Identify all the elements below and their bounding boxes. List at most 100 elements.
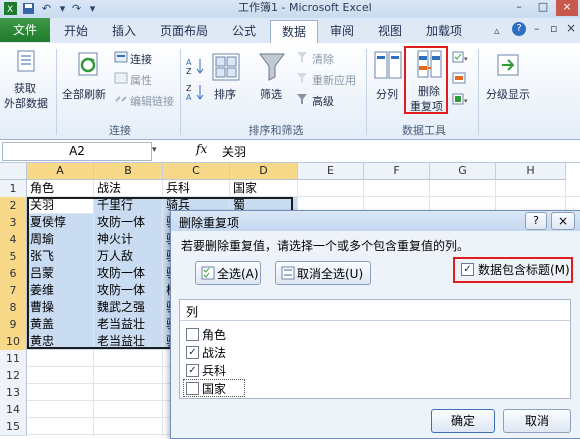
edit-links-label[interactable]: 编辑链接 [130,93,174,109]
cancel-button[interactable]: 取消 [503,409,571,433]
connections-icon[interactable] [114,51,128,66]
dialog-help-button[interactable]: ? [525,212,547,230]
get-external-data-label-1[interactable]: 获取 [14,80,36,96]
unselect-all-button[interactable]: 取消全选(U) [275,261,371,285]
clear-filter-icon[interactable] [296,51,308,66]
reapply-icon[interactable] [296,72,308,87]
row-header[interactable]: 15 [0,418,27,436]
refresh-all-icon[interactable] [76,51,102,82]
redo-icon[interactable]: ↷ [70,2,83,15]
columns-listbox[interactable]: 列 角色 ✓ 战法 ✓ 兵科 国家 [179,299,571,399]
row-header[interactable]: 4 [0,231,27,249]
dialog-close-button[interactable]: × [551,212,575,230]
has-headers-label[interactable]: 数据包含标题(M) [478,261,570,278]
minimize-button[interactable]: – [508,0,530,16]
workbook-restore-button[interactable]: ▫ [550,22,557,35]
save-icon[interactable] [22,2,35,15]
has-headers-checkbox[interactable]: ✓ [461,263,474,276]
ribbon-minimize-icon[interactable]: ▵ [494,24,500,37]
column-checkbox[interactable]: ✓ [186,364,199,377]
sort-label[interactable]: 排序 [214,86,236,102]
advanced-filter-icon[interactable] [296,93,308,108]
column-option-label[interactable]: 战法 [202,344,226,361]
column-header-a[interactable]: A [27,163,94,180]
sort-az-icon[interactable]: AZ [186,57,206,78]
cell-d1[interactable]: 国家 [230,180,297,197]
row-header[interactable]: 7 [0,282,27,300]
row-header[interactable]: 10 [0,333,27,351]
column-header-f[interactable]: F [364,163,430,180]
row-header[interactable]: 13 [0,384,27,402]
tab-insert[interactable]: 插入 [104,20,144,42]
cell-c1[interactable]: 兵科 [163,180,229,197]
tab-view[interactable]: 视图 [370,20,410,42]
workbook-close-button[interactable]: × [566,21,576,35]
customize-quick-access-icon[interactable]: ▾ [86,2,99,15]
filter-label[interactable]: 筛选 [260,86,282,102]
row-header[interactable]: 5 [0,248,27,266]
column-header-b[interactable]: B [94,163,163,180]
tab-file[interactable]: 文件 [0,18,50,42]
row-header[interactable]: 8 [0,299,27,317]
fx-icon[interactable]: fx [196,142,207,156]
dropdown-arrow-icon[interactable]: ▾ [56,2,69,15]
tab-page-layout[interactable]: 页面布局 [152,20,216,42]
clear-label[interactable]: 清除 [312,51,334,67]
outline-icon[interactable] [496,53,520,80]
tab-home[interactable]: 开始 [56,20,96,42]
excel-icon[interactable]: X [4,2,17,15]
maximize-button[interactable]: □ [532,0,554,16]
column-header-g[interactable]: G [430,163,496,180]
column-option-label[interactable]: 兵科 [202,362,226,379]
text-to-columns-label[interactable]: 分列 [376,86,398,102]
workbook-minimize-button[interactable]: – [534,22,540,35]
properties-icon[interactable] [114,72,128,87]
column-header-d[interactable]: D [230,163,298,180]
row-header[interactable]: 6 [0,265,27,283]
select-all-button[interactable]: 全选(A) [195,261,261,285]
filter-icon[interactable] [258,51,286,84]
advanced-label[interactable]: 高级 [312,93,334,109]
row-header[interactable]: 3 [0,214,27,232]
consolidate-icon[interactable] [452,72,466,87]
refresh-all-label[interactable]: 全部刷新 [62,86,106,102]
row-header[interactable]: 11 [0,350,27,368]
edit-links-icon[interactable] [114,93,128,108]
outline-label[interactable]: 分级显示 [486,86,530,102]
tab-data[interactable]: 数据 [270,20,318,44]
column-checkbox[interactable] [186,328,199,341]
text-to-columns-icon[interactable] [374,51,402,82]
data-validation-icon[interactable]: ▾ [452,51,468,66]
properties-label[interactable]: 属性 [130,72,152,88]
row-header[interactable]: 2 [0,197,27,215]
column-header-h[interactable]: H [496,163,566,180]
column-header-c[interactable]: C [163,163,230,180]
row-header[interactable]: 1 [0,180,27,198]
tab-addins[interactable]: 加载项 [418,20,470,42]
get-external-data-label-2[interactable]: 外部数据 [4,95,48,111]
tab-review[interactable]: 审阅 [322,20,362,42]
undo-icon[interactable]: ↶ [40,2,53,15]
cell-b1[interactable]: 战法 [94,180,162,197]
row-header[interactable]: 12 [0,367,27,385]
column-checkbox[interactable]: ✓ [186,346,199,359]
ok-button[interactable]: 确定 [431,409,495,433]
get-external-data-icon[interactable] [16,49,38,78]
connections-label[interactable]: 连接 [130,51,152,67]
row-header[interactable]: 9 [0,316,27,334]
column-header-e[interactable]: E [298,163,364,180]
sort-za-icon[interactable]: ZA [186,83,206,104]
help-icon[interactable]: ? [512,22,526,36]
name-box[interactable]: A2 [2,142,152,161]
name-box-dropdown-icon[interactable]: ▾ [152,145,157,155]
select-all-corner[interactable] [0,163,27,180]
column-option-label[interactable]: 角色 [202,326,226,343]
sort-dialog-icon[interactable] [212,53,240,84]
close-window-button[interactable]: × [556,0,578,16]
tab-formulas[interactable]: 公式 [224,20,264,42]
what-if-analysis-icon[interactable]: ▾ [452,93,468,108]
formula-content[interactable]: 关羽 [222,143,246,160]
reapply-label[interactable]: 重新应用 [312,72,356,88]
cell-a1[interactable]: 角色 [27,180,93,197]
row-header[interactable]: 14 [0,401,27,419]
